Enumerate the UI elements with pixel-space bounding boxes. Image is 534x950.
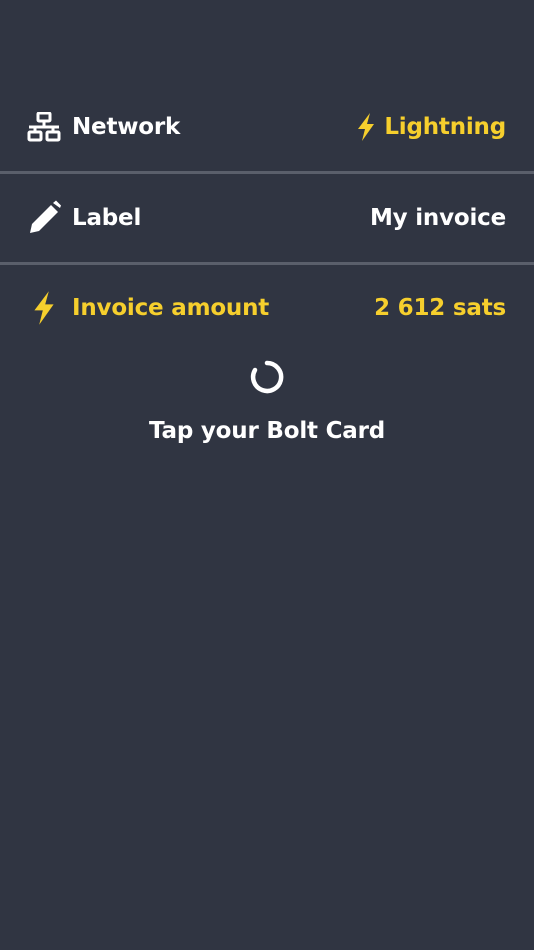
label-label: Label [72,205,142,231]
tap-card-message: Tap your Bolt Card [148,418,386,444]
invoice-amount-value: 2 612 sats [374,295,506,321]
loading-spinner-icon [249,359,285,395]
invoice-amount-row: Invoice amount 2 612 sats [0,263,534,353]
network-label-group: Network [26,109,180,145]
network-label: Network [72,114,181,140]
network-value: Lightning [384,114,506,140]
pencil-icon [26,200,62,236]
network-row: Network Lightning [0,82,534,172]
amount-label-group: Invoice amount [26,290,269,326]
invoice-amount-label: Invoice amount [72,295,270,321]
label-value: My invoice [369,205,506,231]
invoice-screen: Network Lightning Label My invoice Invoi… [0,0,534,950]
lightning-bolt-icon [26,290,62,326]
label-label-group: Label [26,200,141,236]
network-icon [26,109,62,145]
network-value-group: Lightning [354,112,506,142]
label-row: Label My invoice [0,173,534,263]
lightning-bolt-icon [354,112,378,142]
